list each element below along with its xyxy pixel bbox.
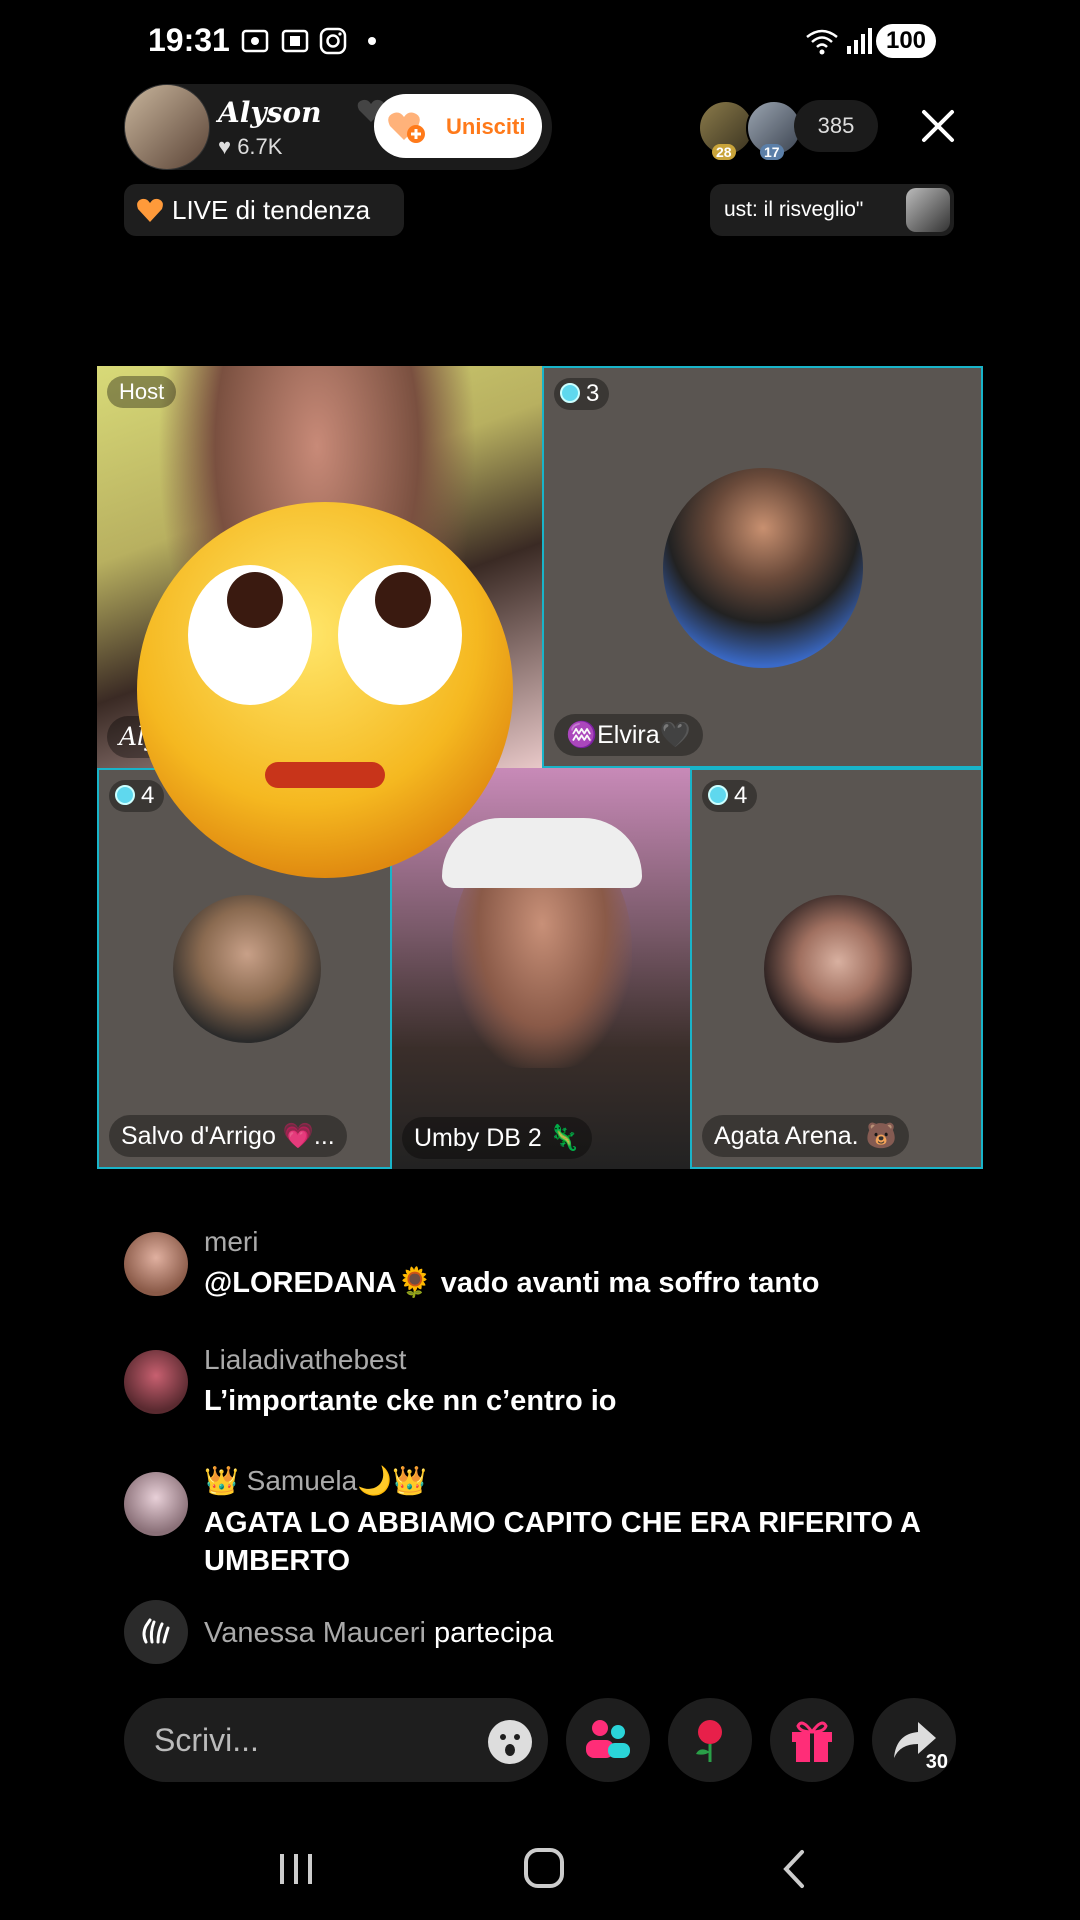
battery-indicator: 100 [876,24,936,58]
heart-plus-icon [388,112,425,143]
viewer-count[interactable]: 385 [794,100,878,152]
guest-avatar [663,468,863,668]
guest-tile-elvira[interactable]: 3 ♒Elvira🖤 [542,366,983,768]
gem-icon [708,785,728,805]
trending-live-tag[interactable]: LIVE di tendenza [124,184,404,236]
chat-text: L’importante cke nn c’entro io [204,1385,617,1417]
screen-record-icon [241,29,269,53]
comment-input[interactable]: Scrivi... [124,1698,548,1782]
gift-icon [792,1721,832,1762]
guest-tile-agata[interactable]: 4 Agata Arena. 🐻 [690,768,983,1169]
chat-text: AGATA LO ABBIAMO CAPITO CHE ERA RIFERITO… [204,1507,920,1577]
gift-button[interactable] [770,1698,854,1782]
live-title-tag[interactable]: ust: il risveglio" [710,184,954,236]
rose-gift-button[interactable] [668,1698,752,1782]
viewer-rank-badge: 28 [712,144,736,160]
gem-icon [560,383,580,403]
guest-avatar [764,895,912,1043]
live-title-label: ust: il risveglio" [724,198,864,221]
wave-hand-icon [142,1618,170,1644]
host-name: Alyson [218,96,322,129]
status-time: 19:31 [148,22,230,58]
chat-text: @LOREDANA🌻 vado avanti ma soffro tanto [204,1267,820,1299]
guest-name: Umby DB 2 🦎 [402,1117,592,1159]
chat-avatar[interactable] [124,1232,188,1296]
chat-username[interactable]: meri [204,1226,258,1258]
chat-avatar [124,1600,188,1664]
trending-label: LIVE di tendenza [172,195,371,225]
eye-roll-emoji-icon [137,502,513,878]
emoji-icon[interactable] [486,1718,534,1766]
eye-roll-reaction [135,500,515,880]
chat-avatar[interactable] [124,1350,188,1414]
chat-text: partecipa [433,1617,554,1649]
host-avatar[interactable] [124,84,210,170]
guest-avatar [173,895,321,1043]
chat-username[interactable]: Lialadivathebest [204,1344,406,1376]
join-button[interactable]: Unisciti [374,94,542,158]
screen-capture-icon [281,29,309,53]
host-label: Host [107,376,177,408]
join-label: Unisciti [446,114,526,139]
rose-icon [696,1720,722,1762]
signal-icon [847,28,872,54]
guest-name: ♒Elvira🖤 [554,714,703,756]
notification-dot-icon [368,37,376,45]
host-likes: ♥ 6.7K [218,134,282,160]
share-count: 30 [925,1751,948,1773]
likes-heart-icon: ♥ [218,134,232,159]
instagram-icon [319,27,347,55]
close-icon[interactable] [916,104,960,148]
host-info-pill[interactable]: Alyson ♥ 6.7K Unisciti [124,84,552,170]
home-icon[interactable] [514,1844,574,1894]
guests-icon [586,1720,630,1758]
chat-username[interactable]: Vanessa Mauceri [204,1617,426,1649]
recents-icon[interactable] [266,1844,326,1894]
guest-gem-badge: 3 [554,378,610,410]
guest-name: Agata Arena. 🐻 [702,1115,909,1157]
request-join-button[interactable] [566,1698,650,1782]
orange-heart-icon [137,198,163,222]
live-title-thumbnail [906,188,950,232]
guest-name: Salvo d'Arrigo 💗... [109,1115,347,1157]
host-likes-count: 6.7K [237,134,283,159]
comment-placeholder: Scrivi... [154,1722,259,1758]
wifi-icon [806,29,838,55]
viewer-rank-badge: 17 [760,144,784,160]
guest-gem-badge: 4 [702,780,758,812]
chat-username[interactable]: 👑 Samuela🌙👑 [204,1464,427,1497]
chat-avatar[interactable] [124,1472,188,1536]
back-icon[interactable] [764,1844,824,1894]
gem-icon [115,785,135,805]
share-button[interactable]: 30 [872,1698,956,1782]
